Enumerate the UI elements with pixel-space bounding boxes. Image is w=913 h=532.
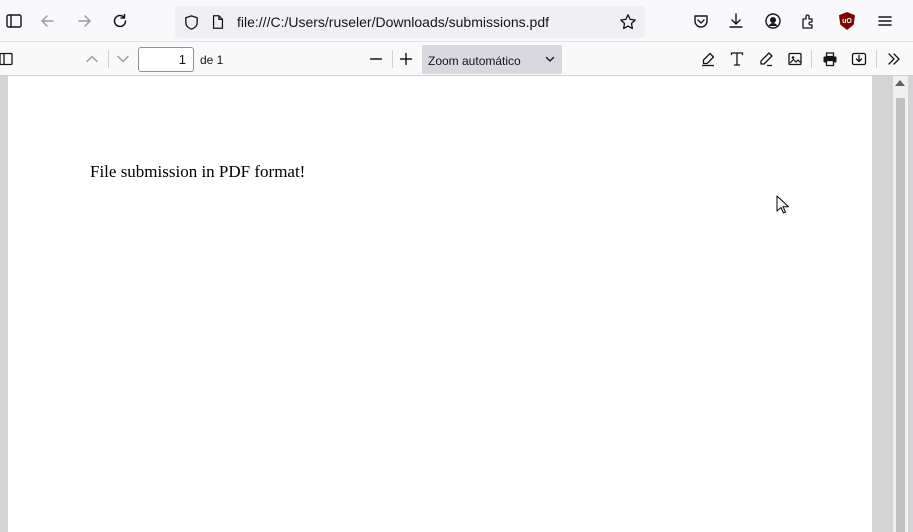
page-number-input[interactable]: 1	[138, 47, 194, 72]
save-icon[interactable]	[847, 47, 871, 71]
extensions-icon[interactable]	[795, 7, 823, 35]
zoom-select[interactable]: Zoom automático	[422, 45, 562, 74]
reload-icon[interactable]	[106, 7, 134, 35]
highlight-icon[interactable]	[696, 47, 720, 71]
address-bar[interactable]: file:///C:/Users/ruseler/Downloads/submi…	[175, 6, 645, 38]
pdf-viewer[interactable]: File submission in PDF format!	[0, 76, 913, 532]
draw-icon[interactable]	[754, 47, 778, 71]
prev-page-icon[interactable]	[80, 47, 104, 71]
toolbar-divider	[108, 50, 109, 68]
toolbar-divider	[392, 50, 393, 68]
chevron-down-icon	[545, 56, 555, 62]
shield-icon[interactable]	[182, 13, 200, 31]
text-icon[interactable]	[725, 47, 749, 71]
scrollbar-thumb[interactable]	[896, 98, 905, 532]
ublock-icon[interactable]: uO	[833, 7, 861, 35]
page-icon[interactable]	[209, 13, 227, 31]
more-tools-icon[interactable]	[882, 47, 906, 71]
sidebar-toggle-icon[interactable]	[0, 47, 18, 71]
print-icon[interactable]	[818, 47, 842, 71]
url-text[interactable]: file:///C:/Users/ruseler/Downloads/submi…	[237, 14, 549, 30]
star-icon[interactable]	[617, 13, 639, 31]
scroll-up-arrow-icon[interactable]	[895, 80, 905, 86]
browser-toolbar: file:///C:/Users/ruseler/Downloads/submi…	[0, 0, 913, 42]
document-text: File submission in PDF format!	[90, 162, 306, 181]
forward-icon[interactable]	[70, 7, 98, 35]
toolbar-divider	[811, 50, 812, 68]
pdf-page: File submission in PDF format!	[8, 76, 872, 532]
back-icon[interactable]	[34, 7, 62, 35]
pdf-toolbar: 1 de 1 Zoom automático	[0, 42, 913, 76]
account-icon[interactable]	[759, 7, 787, 35]
pocket-icon[interactable]	[687, 7, 715, 35]
image-icon[interactable]	[783, 47, 807, 71]
menu-icon[interactable]	[871, 7, 899, 35]
page-count-label: de 1	[200, 53, 224, 67]
zoom-select-value: Zoom automático	[428, 54, 521, 68]
mouse-cursor-icon	[776, 195, 789, 214]
sidebar-icon[interactable]	[0, 7, 28, 35]
toolbar-divider	[876, 50, 877, 68]
download-icon[interactable]	[722, 7, 750, 35]
next-page-icon[interactable]	[111, 47, 135, 71]
zoom-in-icon[interactable]	[394, 47, 418, 71]
zoom-out-icon[interactable]	[364, 47, 388, 71]
